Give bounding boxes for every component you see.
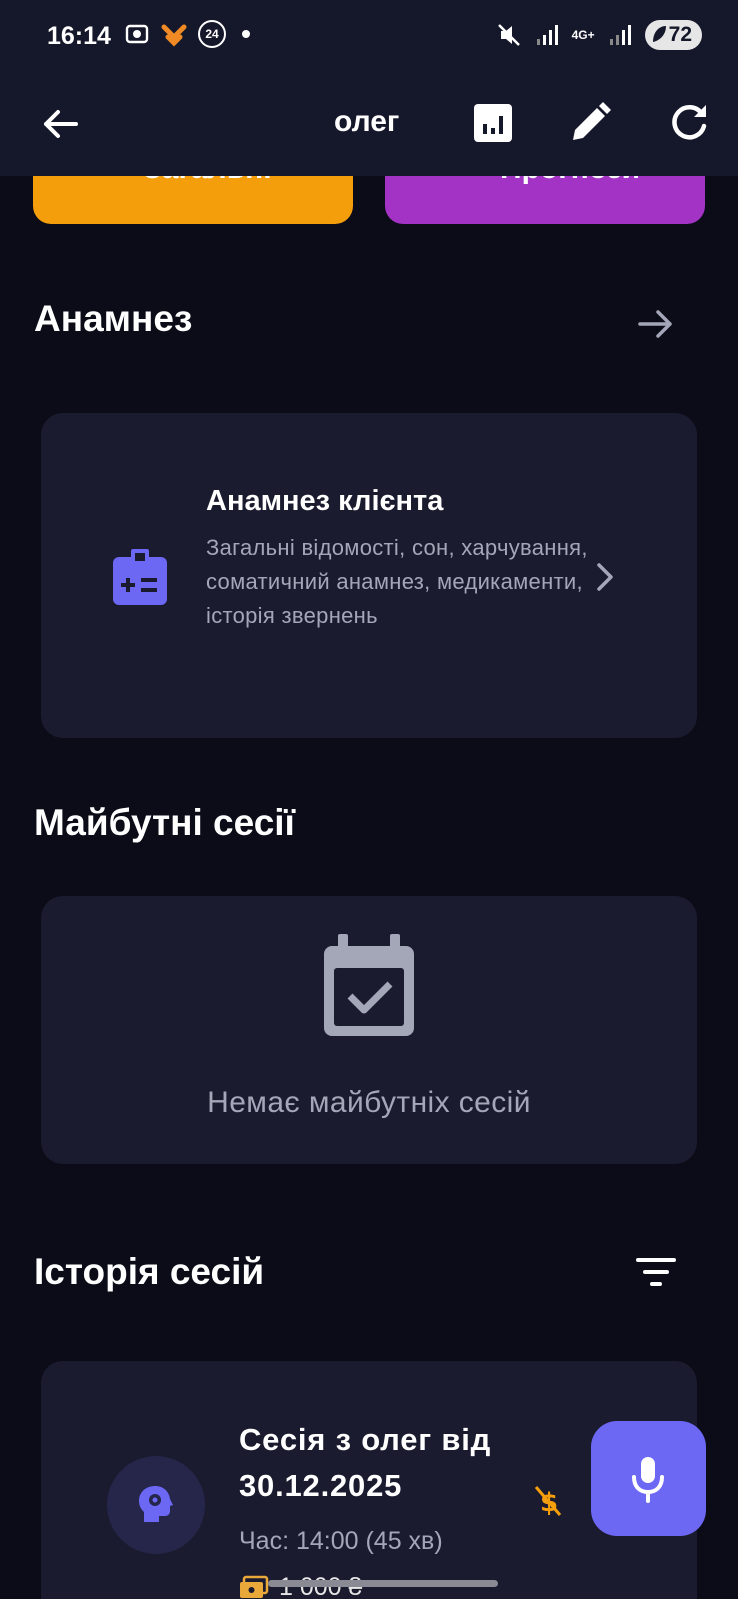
history-section-title: Історія сесій [34,1251,265,1292]
anamnesis-card[interactable]: Анамнез клієнта Загальні відомості, сон,… [41,413,697,738]
dot-icon [242,30,250,38]
refresh-icon[interactable] [666,100,712,146]
anamnesis-card-description: Загальні відомості, сон, харчування, сом… [206,535,588,628]
status-right-icons: 4G+ 72 [496,20,702,50]
arrow-forward-icon[interactable] [636,304,676,344]
arrow-back-icon[interactable] [36,100,84,148]
bar-chart-icon[interactable] [470,100,516,146]
network-type: 4G+ [571,28,595,42]
voice-record-button[interactable] [591,1421,706,1536]
battery-level: 72 [668,23,692,46]
appbar-overlay: олег [0,78,738,176]
home-indicator[interactable] [268,1580,498,1587]
calendar-check-icon [324,934,414,1036]
signal-icon [536,25,558,45]
psychology-head-icon [139,1486,173,1522]
payments-icon [240,1575,269,1598]
session-title-line1: Сесія з олег від [239,1422,492,1457]
upcoming-empty-card: Немає майбутніх сесій [41,896,697,1164]
notif-badge-icon: 24 [198,20,226,48]
anamnesis-card-title: Анамнез клієнта [206,485,444,517]
anamnesis-section-title: Анамнез [34,298,193,339]
session-title: Сесія з олег від 30.12.2025 [239,1417,491,1509]
medical-id-icon [113,549,167,605]
upcoming-empty-text: Немає майбутніх сесій [207,1086,531,1119]
notif-badge-count: 24 [205,27,219,41]
upcoming-section-title: Майбутні сесії [34,802,295,843]
page-title: олег [334,105,400,138]
battery-indicator: 72 [644,20,702,50]
screenshot-icon [125,24,149,44]
microphone-icon [632,1457,664,1503]
status-left-icons: 24 [124,20,250,48]
session-time: Час: 14:00 (45 хв) [239,1527,443,1555]
session-avatar [107,1456,205,1554]
money-off-icon: $ [534,1486,562,1518]
heart-app-icon [161,24,187,47]
leaf-icon [652,26,666,42]
filter-icon[interactable] [636,1256,676,1290]
signal-2-icon [609,25,631,45]
status-time: 16:14 [47,22,111,50]
mute-icon [497,24,520,46]
edit-pencil-icon[interactable] [567,100,613,146]
status-bar: 16:14 24 4G+ 72 [0,0,738,78]
chevron-right-icon [597,563,613,591]
session-date: 30.12.2025 [239,1468,403,1503]
